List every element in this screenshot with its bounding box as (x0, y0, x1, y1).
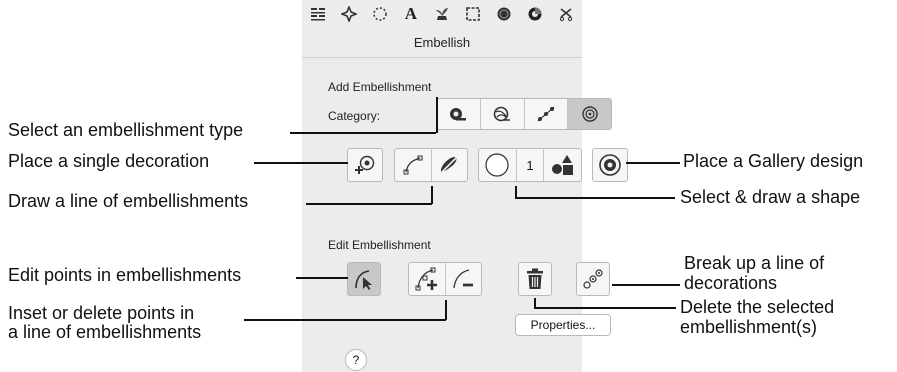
leader-select-type (290, 132, 436, 134)
trash-icon (527, 268, 543, 289)
scissors-icon[interactable] (555, 3, 577, 25)
leader-edit-points (296, 277, 348, 279)
gallery-design-icon (599, 154, 621, 176)
draw-line-icon (403, 155, 423, 175)
callout-select-shape: Select & draw a shape (680, 187, 861, 207)
leader-inset-delete (244, 319, 446, 321)
sequin-icon (581, 106, 598, 122)
leader-delete-sel-vert (534, 298, 536, 308)
insert-point-icon (415, 267, 437, 291)
delete-point-button[interactable] (446, 263, 482, 295)
stitch-circle-icon[interactable] (493, 3, 515, 25)
help-button[interactable]: ? (345, 349, 367, 371)
plant-icon[interactable] (431, 3, 453, 25)
leader-draw-line-vert (431, 186, 433, 204)
title-divider (302, 57, 582, 58)
leader-select-shape (515, 197, 675, 199)
draw-line-button[interactable] (395, 149, 432, 181)
shape-count-value: 1 (526, 157, 534, 173)
freehand-pen-icon (439, 155, 459, 175)
leader-break-up (612, 284, 680, 286)
callout-break-up-1: Break up a line of (684, 253, 825, 273)
category-label: Category: (328, 109, 381, 123)
shape-count-field[interactable]: 1 (517, 149, 545, 181)
yarn-ball-icon (493, 106, 511, 122)
callout-inset-delete-2: a line of embellishments (8, 322, 202, 342)
callout-place-single: Place a single decoration (8, 151, 210, 171)
freehand-line-button[interactable] (432, 149, 468, 181)
dotted-circle-icon[interactable] (369, 3, 391, 25)
leader-draw-line (306, 203, 432, 205)
leader-select-type-bracket (436, 97, 438, 133)
category-yarn-button[interactable] (481, 99, 525, 129)
insert-point-button[interactable] (409, 263, 446, 295)
callout-break-up-2: decorations (684, 273, 778, 293)
callout-place-gallery: Place a Gallery design (683, 151, 864, 171)
category-bead-string-button[interactable] (525, 99, 569, 129)
category-selector (436, 98, 612, 130)
category-ribbon-button[interactable] (437, 99, 481, 129)
leader-place-gallery (626, 162, 680, 164)
embellish-panel: A Embellish Add Embellishment Category: (302, 0, 628, 372)
embellish-icon[interactable] (524, 3, 546, 25)
edit-section-heading: Edit Embellishment (328, 238, 431, 252)
edit-points-button[interactable] (347, 262, 381, 296)
bead-string-icon (537, 106, 555, 122)
break-up-line-button[interactable] (576, 262, 610, 296)
layers-icon[interactable] (307, 3, 329, 25)
leader-select-shape-vert (515, 186, 517, 198)
edit-points-icon (355, 270, 372, 290)
select-shape-button[interactable] (544, 149, 581, 181)
place-gallery-design-button[interactable] (592, 148, 628, 182)
point-edit-group (408, 262, 482, 296)
leader-place-single (254, 162, 348, 164)
frame-icon[interactable] (462, 3, 484, 25)
callout-delete-sel-1: Delete the selected (680, 297, 835, 317)
place-single-decoration-button[interactable] (347, 148, 383, 182)
panel-title: Embellish (413, 35, 471, 50)
break-up-icon (583, 269, 603, 289)
text-A-icon[interactable]: A (400, 3, 422, 25)
leader-inset-delete-vert (445, 300, 447, 320)
circle-shape-icon (485, 153, 509, 177)
callout-edit-points: Edit points in embellishments (8, 265, 242, 285)
leader-delete-sel (534, 307, 676, 309)
delete-point-icon (453, 269, 474, 289)
delete-selected-button[interactable] (518, 262, 552, 296)
line-draw-group (394, 148, 468, 182)
callout-delete-sel-2: embellishment(s) (680, 317, 818, 337)
add-section-heading: Add Embellishment (328, 80, 432, 94)
category-sequin-button[interactable] (568, 99, 611, 129)
single-decoration-icon (355, 155, 375, 174)
sparkle-icon[interactable] (338, 3, 360, 25)
mode-toolbar: A (302, 0, 582, 27)
shapes-icon (551, 155, 573, 175)
properties-button[interactable]: Properties... (515, 314, 611, 336)
circle-shape-button[interactable] (479, 149, 517, 181)
callout-inset-delete-1: Inset or delete points in (8, 303, 195, 323)
callout-select-type: Select an embellishment type (8, 120, 244, 140)
shape-group: 1 (478, 148, 582, 182)
ribbon-roll-icon (450, 108, 467, 121)
callout-draw-line: Draw a line of embellishments (8, 191, 249, 211)
